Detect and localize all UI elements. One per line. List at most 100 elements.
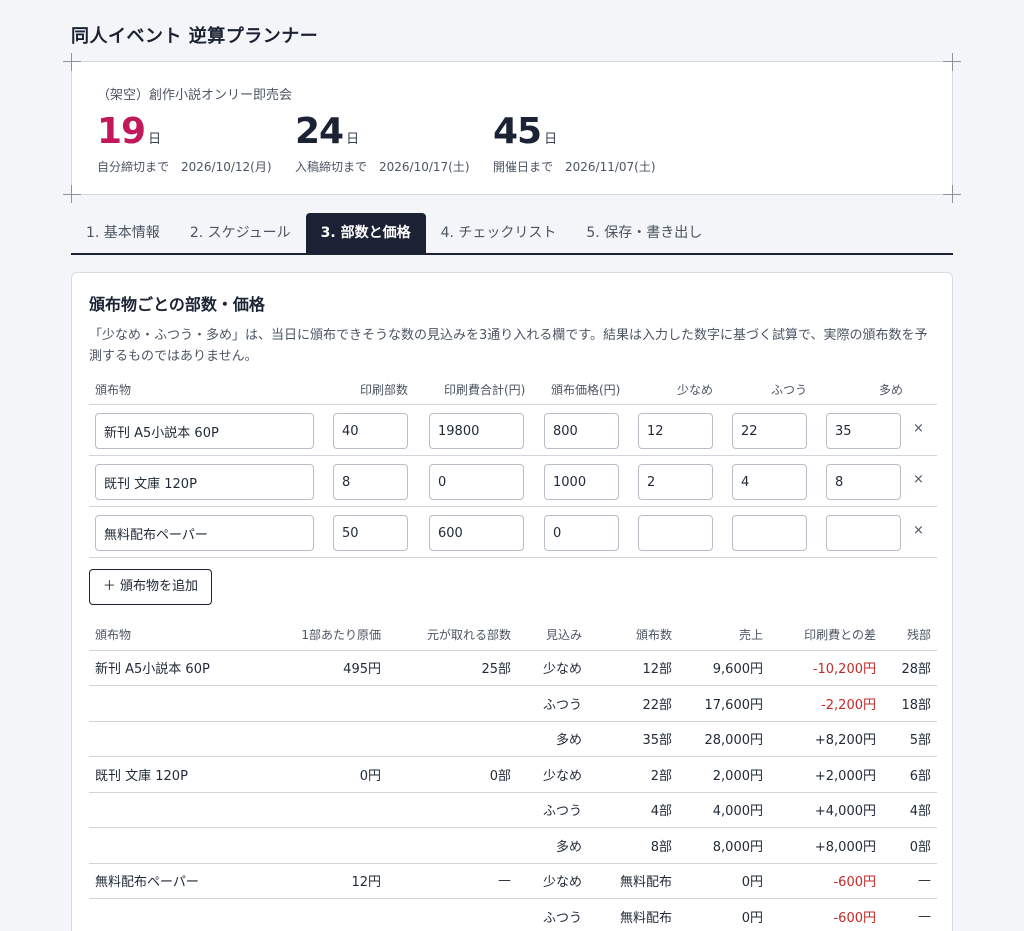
countdown-date: 2026/10/12(月) [181, 160, 272, 174]
result-remaining: 0部 [882, 827, 937, 864]
result-sales: 9,600円 [678, 650, 769, 686]
result-unit-cost [239, 898, 387, 931]
countdown-unit: 日 [346, 132, 360, 147]
result-item: 無料配布ペーパー [89, 863, 239, 899]
result-count: 2部 [588, 756, 678, 793]
print-count-input[interactable] [333, 413, 408, 449]
high-estimate-input[interactable] [826, 413, 901, 449]
remove-item-button[interactable]: × [913, 421, 924, 436]
header-high: 多め [879, 383, 904, 397]
col-unit-cost: 1部あたり原価 [239, 619, 387, 651]
result-sales: 0円 [678, 898, 769, 931]
result-unit-cost [239, 792, 387, 828]
add-item-button[interactable]: ＋ 頒布物を追加 [89, 569, 212, 605]
countdown-caption: 自分締切まで [97, 160, 170, 174]
result-item [89, 898, 239, 931]
low-estimate-input[interactable] [638, 515, 713, 551]
copies-price-card: 頒布物ごとの部数・価格 「少なめ・ふつう・多め」は、当日に頒布できそうな数の見込… [71, 272, 953, 931]
result-remaining: 18部 [882, 685, 937, 722]
print-cost-input[interactable] [429, 464, 524, 500]
result-diff: +8,200円 [769, 721, 882, 757]
result-row: 無料配布ペーパー 12円 — 少なめ 無料配布 0円 -600円 — [89, 863, 937, 899]
corner-mark [63, 185, 81, 203]
tab-basic-info[interactable]: 1. 基本情報 [71, 213, 175, 253]
countdown-unit: 日 [544, 132, 558, 147]
item-name-input[interactable] [95, 464, 314, 500]
col-diff: 印刷費との差 [769, 619, 882, 651]
tab-schedule[interactable]: 2. スケジュール [175, 213, 306, 253]
result-diff: -600円 [769, 898, 882, 931]
countdown-caption: 入稿締切まで [295, 160, 368, 174]
print-count-input[interactable] [333, 464, 408, 500]
editor-row: × [89, 405, 937, 456]
result-remaining: — [882, 863, 937, 899]
col-sales: 売上 [678, 619, 769, 651]
remove-item-button[interactable]: × [913, 472, 924, 487]
result-sales: 17,600円 [678, 685, 769, 722]
col-break-even: 元が取れる部数 [387, 619, 517, 651]
high-estimate-input[interactable] [826, 464, 901, 500]
header-print-count: 印刷部数 [360, 383, 409, 397]
tab-checklist[interactable]: 4. チェックリスト [426, 213, 572, 253]
result-count: 8部 [588, 827, 678, 864]
section-description: 「少なめ・ふつう・多め」は、当日に頒布できそうな数の見込みを3通り入れる欄です。… [89, 328, 928, 364]
app-title: 同人イベント 逆算プランナー [71, 26, 319, 47]
col-count: 頒布数 [588, 619, 678, 651]
price-input[interactable] [544, 464, 619, 500]
result-count: 無料配布 [588, 898, 678, 931]
countdown-date: 2026/10/17(土) [379, 160, 470, 174]
result-item [89, 685, 239, 722]
result-count: 4部 [588, 792, 678, 828]
result-sales: 0円 [678, 863, 769, 899]
header-print-cost: 印刷費合計(円) [444, 383, 526, 397]
high-estimate-input[interactable] [826, 515, 901, 551]
tab-save-export[interactable]: 5. 保存・書き出し [571, 213, 717, 253]
section-title: 頒布物ごとの部数・価格 [89, 295, 265, 314]
result-break-even [387, 792, 517, 828]
result-remaining: 4部 [882, 792, 937, 828]
result-sales: 4,000円 [678, 792, 769, 828]
print-cost-input[interactable] [429, 515, 524, 551]
low-estimate-input[interactable] [638, 413, 713, 449]
result-break-even [387, 827, 517, 864]
print-count-input[interactable] [333, 515, 408, 551]
countdown-own-deadline: 19 日 自分締切まで 2026/10/12(月) [97, 112, 272, 175]
countdown-caption: 開催日まで [493, 160, 554, 174]
result-row: ふつう 22部 17,600円 -2,200円 18部 [89, 685, 937, 722]
result-row: 新刊 A5小説本 60P 495円 25部 少なめ 12部 9,600円 -10,200円 2… [89, 650, 937, 686]
low-estimate-input[interactable] [638, 464, 713, 500]
result-item [89, 827, 239, 864]
col-scenario: 見込み [517, 619, 588, 651]
result-sales: 2,000円 [678, 756, 769, 793]
remove-item-button[interactable]: × [913, 523, 924, 538]
result-item: 既刊 文庫 120P [89, 756, 239, 793]
result-remaining: — [882, 898, 937, 931]
countdown-number: 19 [97, 111, 146, 152]
mid-estimate-input[interactable] [732, 413, 807, 449]
result-break-even [387, 898, 517, 931]
result-count: 無料配布 [588, 863, 678, 899]
price-input[interactable] [544, 413, 619, 449]
result-remaining: 5部 [882, 721, 937, 757]
results-table: 頒布物 1部あたり原価 元が取れる部数 見込み 頒布数 売上 印刷費との差 残部… [89, 619, 937, 931]
item-name-input[interactable] [95, 515, 314, 551]
result-row: 多め 8部 8,000円 +8,000円 0部 [89, 827, 937, 864]
result-scenario: 多め [517, 827, 588, 864]
result-item: 新刊 A5小説本 60P [89, 650, 239, 686]
mid-estimate-input[interactable] [732, 515, 807, 551]
result-break-even: — [387, 863, 517, 899]
result-break-even [387, 721, 517, 757]
tab-copies-and-price[interactable]: 3. 部数と価格 [305, 213, 426, 253]
countdown-panel: （架空）創作小説オンリー即売会 19 日 自分締切まで 2026/10/12(月) … [63, 53, 961, 203]
price-input[interactable] [544, 515, 619, 551]
item-name-input[interactable] [95, 413, 314, 449]
countdown-unit: 日 [148, 132, 162, 147]
print-cost-input[interactable] [429, 413, 524, 449]
countdown-submission-deadline: 24 日 入稿締切まで 2026/10/17(土) [295, 112, 470, 175]
result-break-even: 0部 [387, 756, 517, 793]
corner-mark [943, 53, 961, 71]
result-scenario: ふつう [517, 898, 588, 931]
tab-bar: 1. 基本情報 2. スケジュール 3. 部数と価格 4. チェックリスト 5.… [71, 213, 953, 255]
countdown-number: 45 [493, 111, 542, 152]
mid-estimate-input[interactable] [732, 464, 807, 500]
